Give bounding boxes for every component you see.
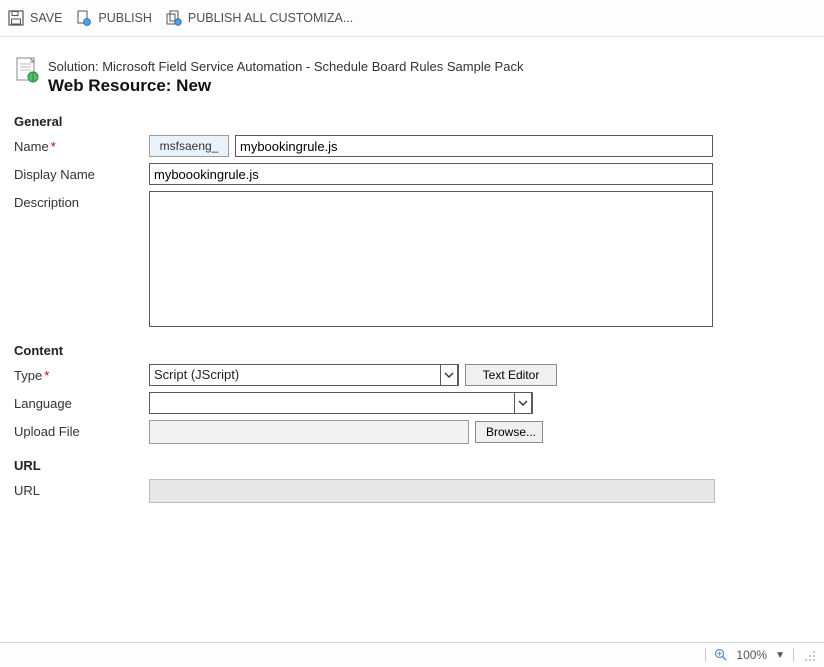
required-marker: * [51, 139, 56, 154]
zoom-level[interactable]: 100% [736, 648, 767, 662]
section-general-heading: General [14, 114, 810, 129]
divider [705, 648, 706, 662]
save-icon [8, 10, 24, 26]
name-label: Name* [14, 135, 149, 154]
browse-button[interactable]: Browse... [475, 421, 543, 443]
type-select-value: Script (JScript) [154, 367, 239, 382]
publish-button[interactable]: PUBLISH [76, 10, 152, 26]
type-label: Type* [14, 364, 149, 383]
section-content-heading: Content [14, 343, 810, 358]
section-content: Type* Script (JScript) Text Editor Langu… [0, 364, 824, 444]
url-label: URL [14, 479, 149, 498]
display-name-label: Display Name [14, 163, 149, 182]
upload-file-label: Upload File [14, 420, 149, 439]
publish-all-icon [166, 10, 182, 26]
description-label: Description [14, 191, 149, 210]
language-label: Language [14, 392, 149, 411]
chevron-down-icon [514, 392, 532, 414]
section-url-heading: URL [14, 458, 810, 473]
publish-all-label: PUBLISH ALL CUSTOMIZA... [188, 11, 353, 25]
description-input[interactable] [149, 191, 713, 327]
type-select[interactable]: Script (JScript) [149, 364, 459, 386]
solution-breadcrumb: Solution: Microsoft Field Service Automa… [48, 59, 523, 74]
section-url: URL [0, 479, 824, 503]
zoom-icon[interactable] [714, 648, 728, 662]
web-resource-icon [14, 57, 40, 83]
save-button[interactable]: SAVE [8, 10, 62, 26]
status-bar: 100% ▼ [0, 642, 824, 667]
zoom-dropdown[interactable]: ▼ [775, 650, 785, 661]
publish-icon [76, 10, 92, 26]
publish-label: PUBLISH [98, 11, 152, 25]
chevron-down-icon [440, 364, 458, 386]
display-name-input[interactable] [149, 163, 713, 185]
divider [793, 648, 794, 662]
page-title: Web Resource: New [48, 76, 523, 96]
text-editor-button[interactable]: Text Editor [465, 364, 557, 386]
command-bar: SAVE PUBLISH PUBLISH ALL CUSTOMIZA... [0, 0, 824, 37]
section-general: Name* msfsaeng_ Display Name Description [0, 135, 824, 327]
name-prefix: msfsaeng_ [149, 135, 229, 157]
required-marker: * [44, 368, 49, 383]
url-value [149, 479, 715, 503]
upload-file-path [149, 420, 469, 444]
save-label: SAVE [30, 11, 62, 25]
page-header: Solution: Microsoft Field Service Automa… [0, 37, 824, 102]
resize-grip-icon[interactable] [802, 648, 816, 662]
publish-all-button[interactable]: PUBLISH ALL CUSTOMIZA... [166, 10, 353, 26]
language-select[interactable] [149, 392, 533, 414]
name-input[interactable] [235, 135, 713, 157]
